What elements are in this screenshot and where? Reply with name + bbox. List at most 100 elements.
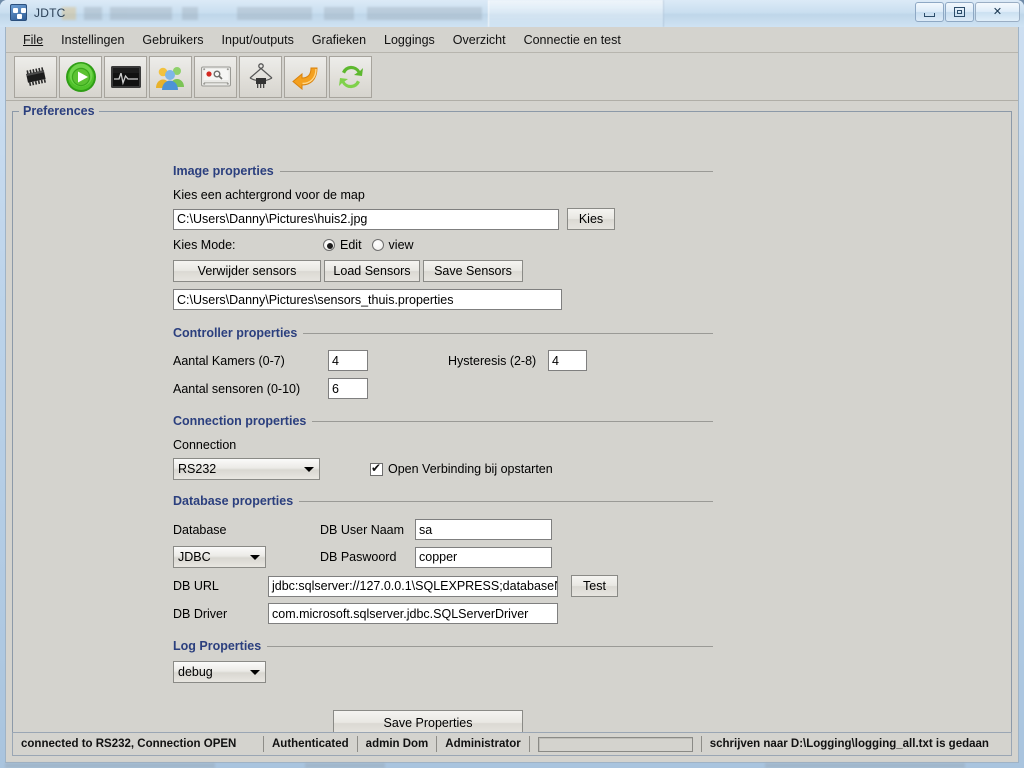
toolbar-button-chip[interactable] xyxy=(14,55,57,98)
section-rule xyxy=(267,645,713,647)
menu-item-loggings[interactable]: Loggings xyxy=(375,29,444,51)
autoopen-label: Open Verbinding bij opstarten xyxy=(388,462,553,476)
menu-item-file[interactable]: File xyxy=(14,29,52,51)
chevron-down-icon xyxy=(250,554,260,560)
status-bar: connected to RS232, Connection OPEN Auth… xyxy=(12,732,1012,756)
preferences-panel: Preferences Image properties Kies een ac… xyxy=(12,104,1012,745)
db-url-input[interactable]: jdbc:sqlserver://127.0.0.1\SQLEXPRESS;da… xyxy=(268,575,558,597)
toolbar-button-io[interactable] xyxy=(194,55,237,98)
background-window-bleed xyxy=(488,0,664,27)
autoopen-checkbox[interactable]: Open Verbinding bij opstarten xyxy=(370,461,553,476)
mode-label: Kies Mode: xyxy=(173,238,236,252)
status-role: Administrator xyxy=(445,738,521,750)
panel-title: Preferences xyxy=(19,104,99,118)
close-button[interactable]: ✕ xyxy=(975,2,1020,22)
database-select-value: JDBC xyxy=(178,550,211,564)
hysteresis-input[interactable]: 4 xyxy=(548,350,587,371)
title-bar: JDTC ✕ xyxy=(0,0,1024,27)
kies-button[interactable]: Kies xyxy=(567,208,615,230)
rooms-input[interactable]: 4 xyxy=(328,350,368,371)
background-window-bottom-ghost xyxy=(5,763,1019,768)
device-panel-icon xyxy=(200,66,231,86)
section-log-properties-label: Log Properties xyxy=(173,639,262,653)
menu-item-gebruikers[interactable]: Gebruikers xyxy=(133,29,212,51)
database-label: Database xyxy=(173,522,227,537)
client-area: File Instellingen Gebruikers Input/outpu… xyxy=(5,27,1019,763)
window-title: JDTC xyxy=(34,5,66,20)
load-sensors-button[interactable]: Load Sensors xyxy=(324,260,420,282)
section-connection-properties: Connection properties xyxy=(173,414,713,428)
maximize-button[interactable] xyxy=(945,2,974,22)
menu-item-grafieken[interactable]: Grafieken xyxy=(303,29,375,51)
toolbar-button-start[interactable] xyxy=(59,55,102,98)
section-log-properties: Log Properties xyxy=(173,639,713,653)
toolbar-button-sensors[interactable] xyxy=(239,55,282,98)
orange-arrow-icon xyxy=(291,67,318,90)
section-database-properties-label: Database properties xyxy=(173,494,294,508)
section-rule xyxy=(303,332,713,334)
background-window-title-ghost xyxy=(62,7,482,20)
section-database-properties: Database properties xyxy=(173,494,713,508)
chip-icon xyxy=(25,66,46,86)
menu-item-connectie-en-test[interactable]: Connectie en test xyxy=(515,29,630,51)
chevron-down-icon xyxy=(250,669,260,675)
application-window: JDTC ✕ File Instellingen Gebruikers Inpu… xyxy=(0,0,1024,768)
play-green-icon xyxy=(65,61,96,92)
hysteresis-label: Hysteresis (2-8) xyxy=(448,353,537,368)
connection-select[interactable]: RS232 xyxy=(173,458,320,480)
java-app-icon xyxy=(10,4,27,21)
save-sensors-button[interactable]: Save Sensors xyxy=(423,260,523,282)
chevron-down-icon xyxy=(304,466,314,472)
section-rule xyxy=(279,170,713,172)
database-select[interactable]: JDBC xyxy=(173,546,266,568)
toolbar-button-back[interactable] xyxy=(284,55,327,98)
menu-item-file-label: File xyxy=(23,32,44,47)
oscilloscope-icon xyxy=(110,65,141,88)
window-controls: ✕ xyxy=(914,2,1020,22)
toolbar-button-users[interactable] xyxy=(149,55,192,98)
radio-edit[interactable]: Edit xyxy=(323,238,362,252)
verwijder-sensors-button[interactable]: Verwijder sensors xyxy=(173,260,321,282)
preferences-form: Image properties Kies een achtergrond vo… xyxy=(173,162,713,736)
minimize-button[interactable] xyxy=(915,2,944,22)
db-driver-label: DB Driver xyxy=(173,606,228,621)
toolbar-button-refresh[interactable] xyxy=(329,55,372,98)
radio-view-indicator xyxy=(371,239,384,251)
autoopen-checkbox-indicator xyxy=(370,461,383,476)
status-domain: admin Dom xyxy=(365,738,429,750)
section-image-properties-label: Image properties xyxy=(173,164,274,178)
toolbar xyxy=(6,53,1018,101)
radio-edit-indicator xyxy=(323,239,335,251)
db-user-label: DB User Naam xyxy=(320,522,405,537)
background-field-label: Kies een achtergrond voor de map xyxy=(173,188,365,202)
radio-view-label: view xyxy=(388,238,414,252)
users-group-icon xyxy=(155,66,184,90)
radio-edit-label: Edit xyxy=(340,238,362,252)
connection-select-value: RS232 xyxy=(178,462,217,476)
background-path-input[interactable]: C:\Users\Danny\Pictures\huis2.jpg xyxy=(173,208,559,230)
log-level-select[interactable]: debug xyxy=(173,661,266,683)
db-password-input[interactable]: copper xyxy=(415,546,552,568)
status-progress-field[interactable] xyxy=(537,736,693,752)
section-controller-properties-label: Controller properties xyxy=(173,326,298,340)
section-controller-properties: Controller properties xyxy=(173,326,713,340)
status-separator xyxy=(528,736,530,752)
minimize-icon xyxy=(924,12,935,17)
sensors-path-input[interactable]: C:\Users\Danny\Pictures\sensors_thuis.pr… xyxy=(173,289,562,310)
log-level-select-value: debug xyxy=(178,665,213,679)
radio-view[interactable]: view xyxy=(371,238,414,252)
sensor-count-input[interactable]: 6 xyxy=(328,378,368,399)
db-driver-input[interactable]: com.microsoft.sqlserver.jdbc.SQLServerDr… xyxy=(268,603,558,624)
toolbar-button-scope[interactable] xyxy=(104,55,147,98)
menu-bar: File Instellingen Gebruikers Input/outpu… xyxy=(6,27,1018,53)
menu-item-overzicht[interactable]: Overzicht xyxy=(444,29,515,51)
menu-item-instellingen[interactable]: Instellingen xyxy=(52,29,133,51)
status-connection: connected to RS232, Connection OPEN xyxy=(21,738,237,750)
sensor-count-label: Aantal sensoren (0-10) xyxy=(173,381,301,396)
test-button[interactable]: Test xyxy=(571,575,618,597)
status-log-message: schrijven naar D:\Logging\logging_all.tx… xyxy=(709,738,989,750)
menu-item-input-outputs[interactable]: Input/outputs xyxy=(213,29,303,51)
db-user-input[interactable]: sa xyxy=(415,519,552,540)
maximize-icon xyxy=(954,7,965,17)
rooms-label: Aantal Kamers (0-7) xyxy=(173,353,285,368)
